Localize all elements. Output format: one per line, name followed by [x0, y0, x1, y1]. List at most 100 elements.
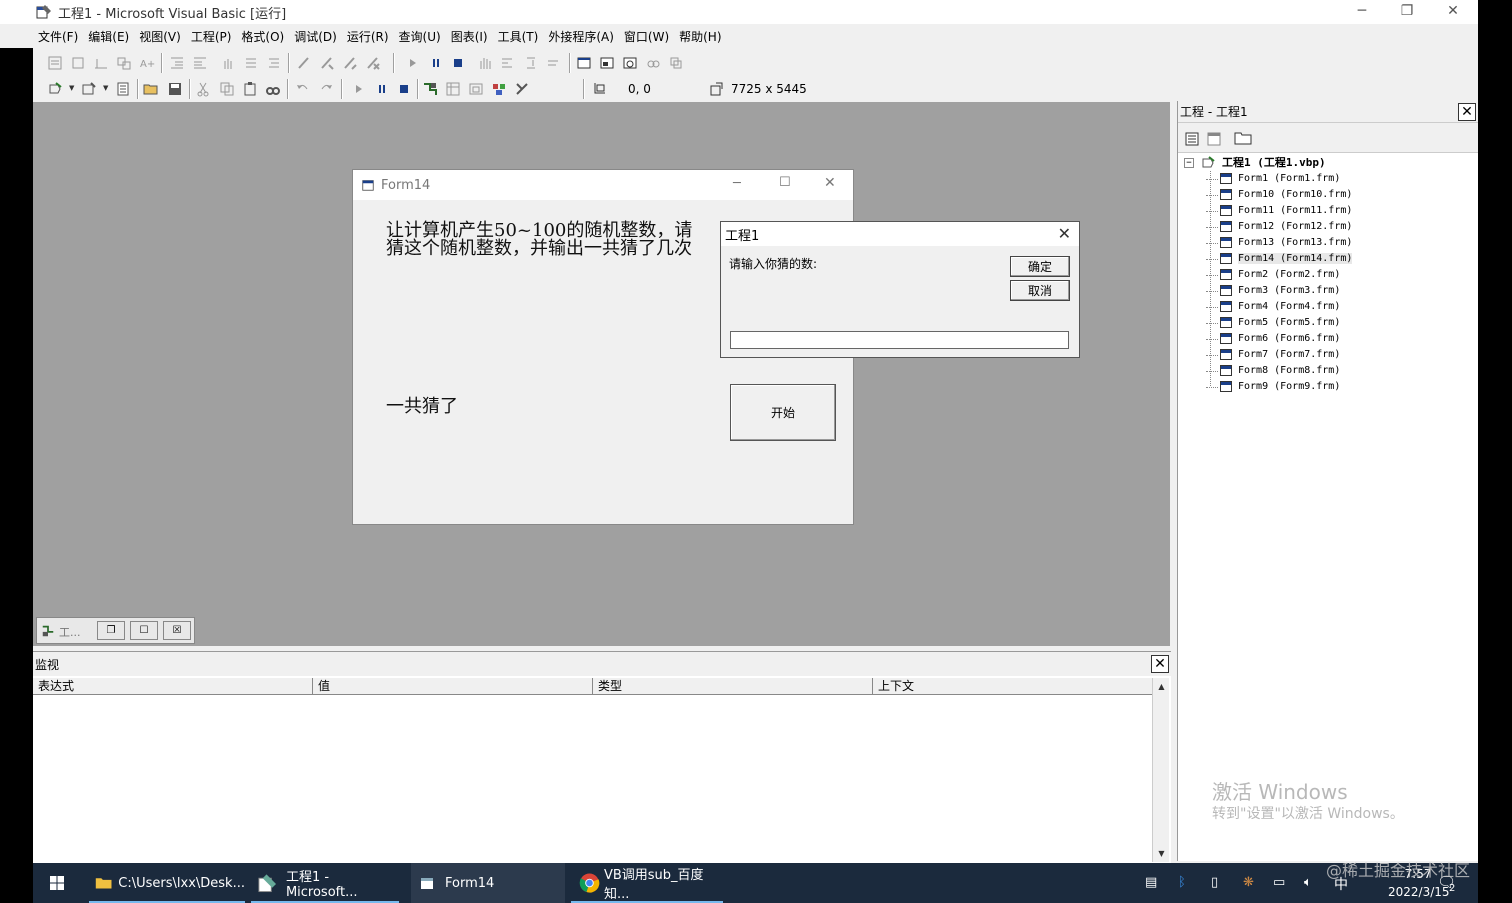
menu-file[interactable]: 文件(F) [33, 27, 83, 47]
menu-help[interactable]: 帮助(H) [674, 27, 726, 47]
menu-view[interactable]: 视图(V) [134, 27, 186, 47]
parameter-info-icon[interactable] [116, 55, 132, 71]
clear-bookmarks-icon[interactable] [365, 55, 381, 71]
tree-item-form[interactable]: Form6 (Form6.frm) [1182, 331, 1472, 347]
restore-child-button[interactable]: ❐ [97, 621, 125, 640]
network-icon[interactable]: ▭ [1273, 875, 1285, 890]
windows-start-button[interactable] [33, 863, 81, 903]
menu-query[interactable]: 查询(U) [394, 27, 446, 47]
tree-item-form[interactable]: Form1 (Form1.frm) [1182, 171, 1472, 187]
input-dialog-close-icon[interactable]: ✕ [1058, 224, 1071, 243]
view-object-icon[interactable] [1206, 131, 1222, 147]
object-browser-icon[interactable] [491, 81, 507, 97]
start-button[interactable]: 开始 [730, 384, 836, 441]
list-properties-icon[interactable] [47, 55, 63, 71]
quick-watch-icon[interactable] [645, 55, 661, 71]
project-explorer-icon[interactable] [422, 81, 438, 97]
minimized-child-window[interactable]: 工... ❐ ☐ ☒ [36, 617, 195, 644]
vb-app-icon[interactable] [36, 4, 52, 20]
tree-item-form[interactable]: Form13 (Form13.frm) [1182, 235, 1472, 251]
properties-window-icon[interactable] [445, 81, 461, 97]
add-project-icon[interactable] [47, 81, 63, 97]
stop-icon[interactable] [450, 55, 466, 71]
menu-tools[interactable]: 工具(T) [493, 27, 544, 47]
tree-item-form[interactable]: Form5 (Form5.frm) [1182, 315, 1472, 331]
tree-root-project[interactable]: − 工程1 (工程1.vbp) [1182, 155, 1472, 171]
input-tray-icon[interactable]: ▤ [1145, 875, 1157, 890]
restore-button[interactable]: ❐ [1384, 2, 1430, 22]
outdent-icon[interactable] [192, 55, 208, 71]
step-over-icon[interactable] [523, 55, 539, 71]
scroll-down-icon[interactable]: ▼ [1153, 845, 1170, 862]
menu-debug[interactable]: 调试(D) [289, 27, 342, 47]
step-out-icon[interactable] [546, 55, 562, 71]
dropdown-arrow-icon[interactable]: ▼ [103, 84, 108, 92]
find-icon[interactable] [265, 81, 281, 97]
cut-icon[interactable] [195, 81, 211, 97]
form14-minimize-button[interactable]: ─ [733, 176, 741, 191]
collapse-icon[interactable]: − [1184, 158, 1194, 168]
comment-block-icon[interactable] [243, 55, 259, 71]
end-icon[interactable] [396, 81, 412, 97]
paste-icon[interactable] [242, 81, 258, 97]
complete-word-icon[interactable]: A+ [139, 55, 155, 71]
close-button[interactable]: ✕ [1430, 2, 1476, 22]
call-stack-icon[interactable] [668, 55, 684, 71]
locals-window-icon[interactable] [576, 55, 592, 71]
close-child-button[interactable]: ☒ [163, 621, 191, 640]
tree-item-form[interactable]: Form4 (Form4.frm) [1182, 299, 1472, 315]
menu-editor-icon[interactable] [115, 81, 131, 97]
quick-info-icon[interactable] [93, 55, 109, 71]
uncomment-block-icon[interactable] [266, 55, 282, 71]
previous-bookmark-icon[interactable] [342, 55, 358, 71]
taskbar-vb[interactable]: 工程1 - Microsoft... [251, 863, 399, 903]
project-panel-close-icon[interactable]: ✕ [1458, 103, 1476, 121]
scroll-up-icon[interactable]: ▲ [1153, 678, 1170, 695]
menu-edit[interactable]: 编辑(E) [83, 27, 134, 47]
break-icon[interactable] [374, 81, 390, 97]
immediate-window-icon[interactable] [599, 55, 615, 71]
hand-icon[interactable] [477, 55, 493, 71]
column-type[interactable]: 类型 [593, 678, 873, 694]
start-icon[interactable] [351, 81, 367, 97]
tree-item-form[interactable]: Form8 (Form8.frm) [1182, 363, 1472, 379]
column-expression[interactable]: 表达式 [33, 678, 313, 694]
tree-item-form[interactable]: Form11 (Form11.frm) [1182, 203, 1472, 219]
cancel-button[interactable]: 取消 [1010, 280, 1070, 301]
toggle-breakpoint-icon[interactable] [220, 55, 236, 71]
step-into-icon[interactable] [500, 55, 516, 71]
tree-item-form[interactable]: Form2 (Form2.frm) [1182, 267, 1472, 283]
maximize-child-button[interactable]: ☐ [130, 621, 158, 640]
menu-diagram[interactable]: 图表(I) [446, 27, 493, 47]
bluetooth-icon[interactable]: ᛒ [1178, 875, 1186, 890]
indent-icon[interactable] [169, 55, 185, 71]
watch-panel-close-icon[interactable]: ✕ [1151, 655, 1169, 673]
copy-icon[interactable] [219, 81, 235, 97]
minimize-button[interactable]: ─ [1339, 2, 1385, 22]
form14-maximize-button[interactable]: ☐ [779, 175, 791, 190]
add-form-icon[interactable] [81, 81, 97, 97]
save-project-icon[interactable] [167, 81, 183, 97]
dropdown-arrow-icon[interactable]: ▼ [69, 84, 74, 92]
next-bookmark-icon[interactable] [319, 55, 335, 71]
ok-button[interactable]: 确定 [1010, 256, 1070, 277]
toolbox-icon[interactable] [514, 81, 530, 97]
view-code-icon[interactable] [1184, 131, 1200, 147]
column-value[interactable]: 值 [313, 678, 593, 694]
redo-icon[interactable] [318, 81, 334, 97]
app-tray-icon[interactable]: ❋ [1243, 875, 1254, 890]
form14-close-button[interactable]: ✕ [824, 175, 836, 191]
watch-scrollbar[interactable]: ▲ ▼ [1152, 678, 1169, 862]
pause-icon[interactable] [428, 55, 444, 71]
tree-item-form[interactable]: Form7 (Form7.frm) [1182, 347, 1472, 363]
menu-window[interactable]: 窗口(W) [619, 27, 674, 47]
column-context[interactable]: 上下文 [873, 678, 1153, 694]
watch-window-icon[interactable] [622, 55, 638, 71]
taskbar-explorer[interactable]: C:\Users\lxx\Desk... [89, 863, 245, 903]
menu-addins[interactable]: 外接程序(A) [543, 27, 619, 47]
toggle-bookmark-icon[interactable] [296, 55, 312, 71]
tree-item-form[interactable]: Form10 (Form10.frm) [1182, 187, 1472, 203]
tree-item-form[interactable]: Form9 (Form9.frm) [1182, 379, 1472, 395]
toggle-folders-icon[interactable] [1234, 130, 1252, 146]
taskbar-chrome[interactable]: VB调用sub_百度知... [571, 863, 723, 903]
